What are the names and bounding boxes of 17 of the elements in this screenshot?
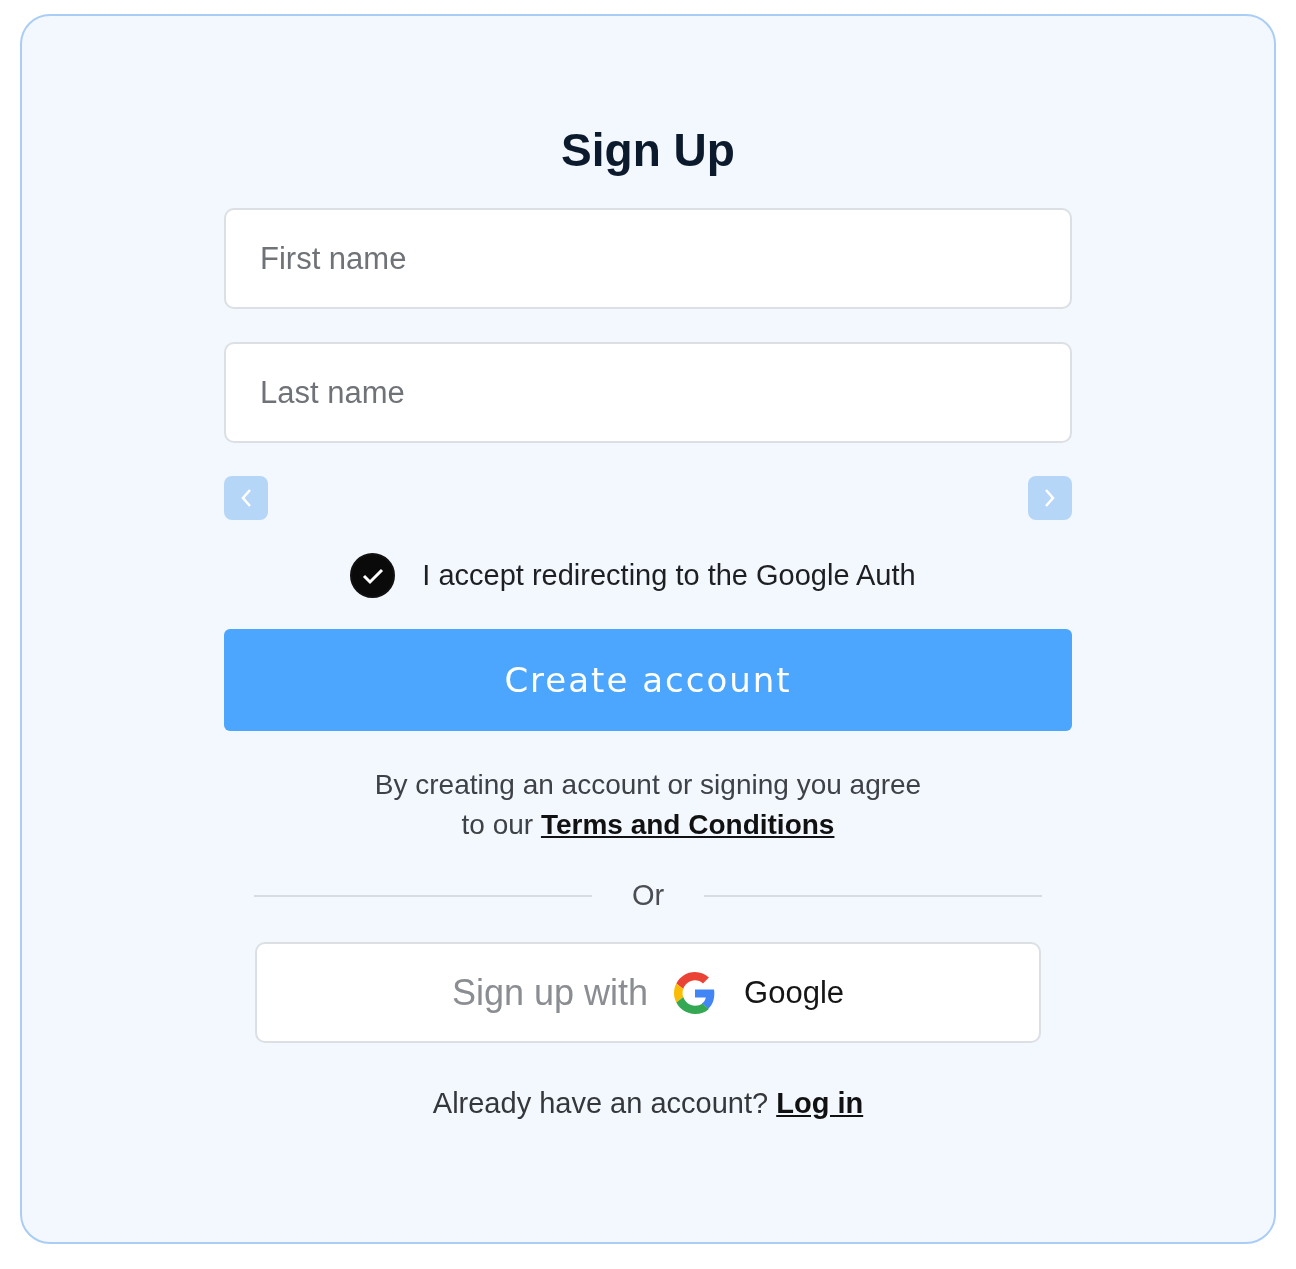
page-title: Sign Up xyxy=(561,123,735,178)
login-prompt: Already have an account? Log in xyxy=(432,1087,864,1120)
next-button[interactable] xyxy=(1028,476,1072,520)
chevron-left-icon xyxy=(239,487,253,509)
terms-link[interactable]: Terms and Conditions xyxy=(540,809,835,840)
google-signup-button[interactable]: Sign up with Google xyxy=(255,942,1041,1043)
divider-label: Or xyxy=(630,879,666,912)
chevron-right-icon xyxy=(1043,487,1057,509)
login-link[interactable]: Log in xyxy=(776,1087,864,1119)
terms-text: By creating an account or signing you agree to our Terms and Conditions xyxy=(373,768,923,842)
text-field[interactable]: Last name xyxy=(224,342,1072,443)
check-icon xyxy=(361,566,384,585)
text-field[interactable]: First name xyxy=(224,208,1072,309)
google-logo-icon xyxy=(674,971,717,1014)
previous-button[interactable] xyxy=(224,476,268,520)
consent-checkbox[interactable] xyxy=(350,553,396,598)
consent-label: I accept redirecting to the Google Auth xyxy=(422,559,916,592)
